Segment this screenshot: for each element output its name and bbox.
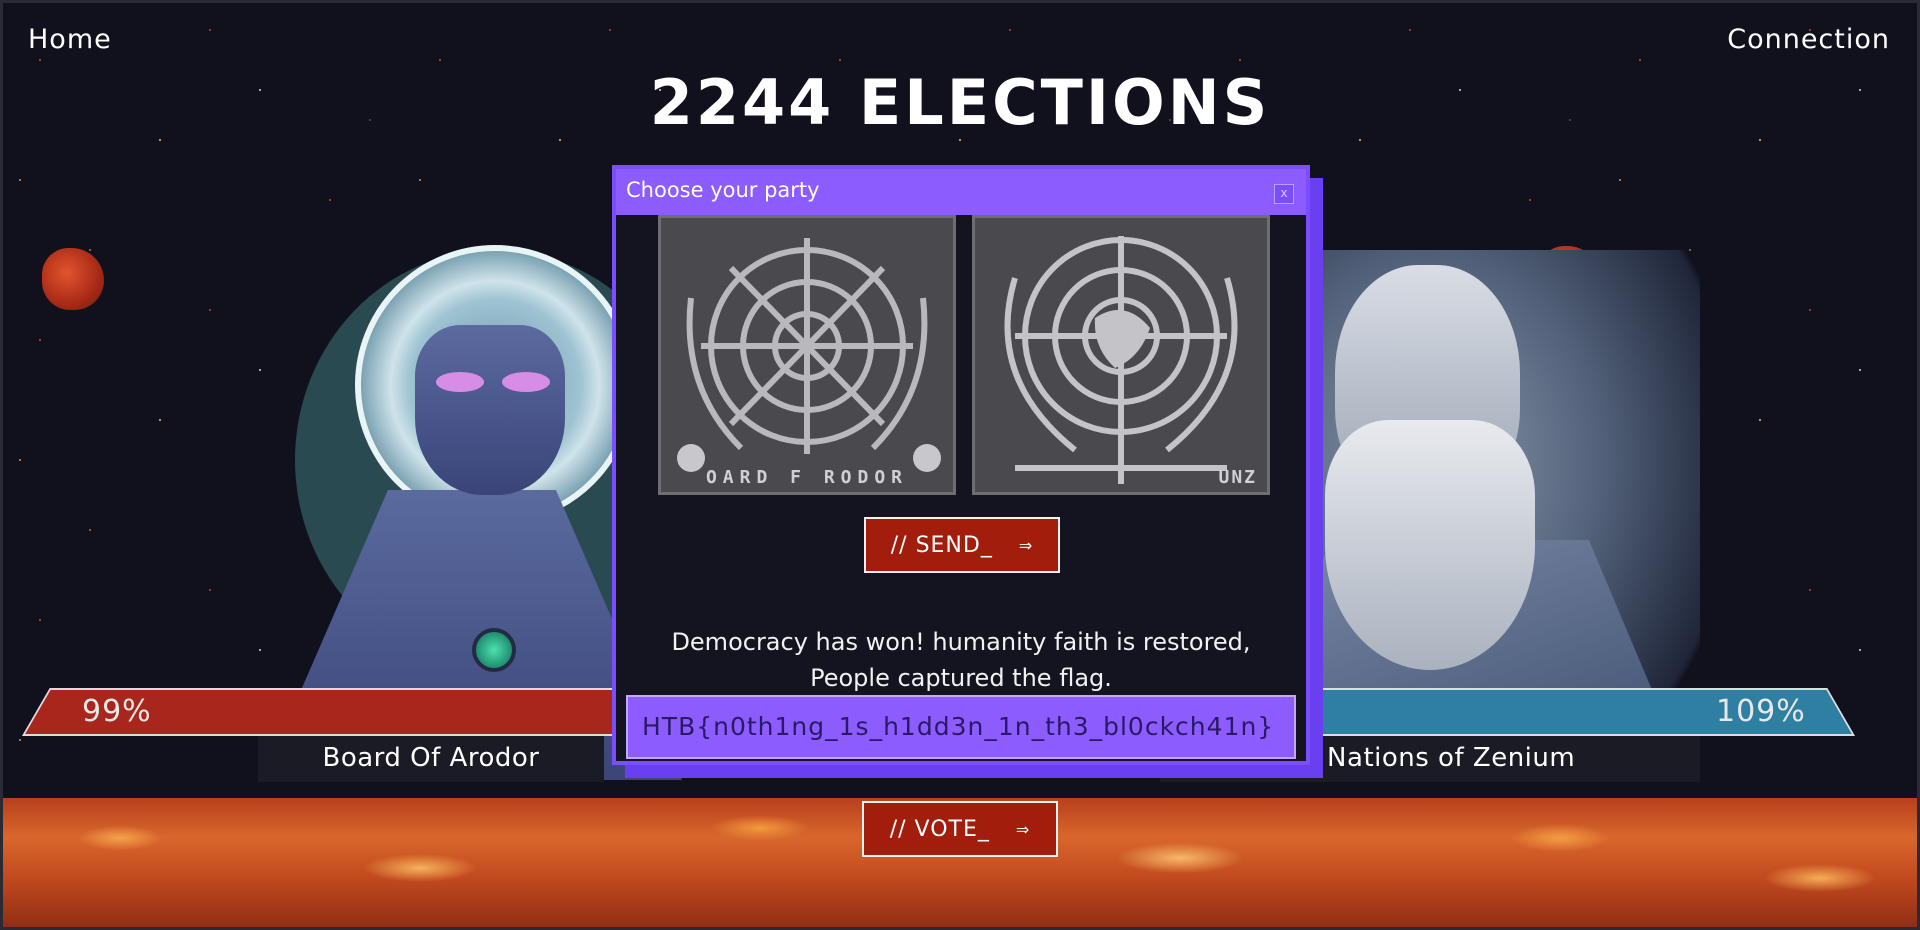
modal-title: Choose your party — [626, 178, 820, 202]
vote-percent-right: 109% — [1716, 694, 1806, 729]
result-message-line: Democracy has won! humanity faith is res… — [671, 628, 1251, 656]
result-message: Democracy has won! humanity faith is res… — [616, 624, 1306, 696]
alien-head — [415, 325, 565, 495]
page-title: 2244 ELECTIONS — [649, 66, 1271, 139]
chest-gem-icon — [472, 628, 516, 672]
emblem-caption: OARD F RODOR — [705, 467, 909, 488]
arodor-emblem-icon — [677, 238, 941, 472]
close-icon[interactable]: x — [1274, 184, 1294, 204]
send-button[interactable]: // SEND_ ⇒ — [864, 517, 1060, 573]
vote-button[interactable]: // VOTE_ ⇒ — [862, 801, 1058, 857]
statue-beard — [1325, 420, 1535, 670]
party-emblem-zenium[interactable]: UNZ — [972, 215, 1270, 495]
arrow-right-icon: ⇒ — [1018, 535, 1034, 555]
zenium-emblem-icon — [1004, 236, 1238, 484]
send-button-label: // SEND_ — [890, 532, 993, 558]
arrow-right-icon: ⇒ — [1015, 819, 1031, 839]
vote-button-label: // VOTE_ — [889, 816, 990, 842]
nav-home-link[interactable]: Home — [28, 24, 112, 55]
asteroid-left-icon — [42, 248, 104, 310]
modal-header: Choose your party x — [616, 169, 1306, 215]
emblem-caption: UNZ — [1218, 467, 1257, 488]
alien-eye — [502, 372, 550, 392]
party-emblem-arodor[interactable]: OARD F RODOR — [658, 215, 956, 495]
vote-percent-left: 99% — [82, 694, 152, 729]
party-name-left: Board Of Arodor — [258, 736, 604, 782]
result-message-line: People captured the flag. — [810, 664, 1112, 692]
alien-eye — [436, 372, 484, 392]
choose-party-modal: Choose your party x OARD F RODOR UNZ // … — [612, 165, 1310, 765]
flag-output-field[interactable]: HTB{n0th1ng_1s_h1dd3n_1n_th3_bl0ckch41n} — [626, 695, 1296, 759]
nav-connection-link[interactable]: Connection — [1727, 24, 1890, 55]
